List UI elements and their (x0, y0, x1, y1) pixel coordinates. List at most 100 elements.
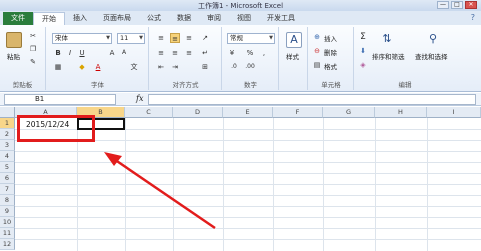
row-header[interactable]: 4 (0, 151, 15, 162)
row-header[interactable]: 6 (0, 173, 15, 184)
row-header[interactable]: 8 (0, 195, 15, 206)
format-cells-label[interactable]: 格式 (324, 61, 337, 71)
align-top-icon[interactable]: ≡ (156, 33, 166, 43)
select-all-corner[interactable] (0, 107, 15, 118)
row-header[interactable]: 9 (0, 206, 15, 217)
decrease-decimal-icon[interactable]: .00 (245, 62, 255, 72)
merge-center-icon[interactable]: ⊞ (200, 62, 210, 72)
tab-formulas[interactable]: 公式 (139, 12, 169, 25)
row-header[interactable]: 7 (0, 184, 15, 195)
fill-color-icon[interactable]: ◆ (77, 62, 87, 72)
grid-line (15, 184, 481, 185)
increase-decimal-icon[interactable]: .0 (229, 62, 239, 72)
chevron-down-icon: ▼ (269, 35, 273, 41)
align-center-icon[interactable]: ≡ (170, 48, 180, 58)
delete-cells-icon[interactable]: ⊖ (312, 46, 322, 56)
align-left-icon[interactable]: ≡ (156, 48, 166, 58)
tab-developer[interactable]: 开发工具 (259, 12, 303, 25)
paste-icon[interactable] (6, 32, 22, 48)
align-bottom-icon[interactable]: ≡ (184, 33, 194, 43)
grid-line (15, 228, 481, 229)
styles-icon[interactable]: A (286, 32, 302, 48)
shrink-font-icon[interactable]: A (119, 48, 129, 58)
column-header[interactable]: G (323, 107, 375, 118)
chevron-down-icon: ▼ (106, 35, 110, 41)
tab-insert[interactable]: 插入 (65, 12, 95, 25)
clear-icon[interactable]: ◈ (358, 60, 368, 70)
column-header[interactable]: I (427, 107, 481, 118)
tab-review[interactable]: 审阅 (199, 12, 229, 25)
name-box[interactable]: B1 (4, 94, 116, 105)
clipboard-group-label: 剪贴板 (12, 81, 33, 89)
bold-button[interactable]: B (53, 48, 63, 58)
format-painter-icon[interactable]: ✎ (28, 57, 38, 67)
fill-icon[interactable]: ⬇ (358, 46, 368, 56)
copy-icon[interactable]: ❐ (28, 44, 38, 54)
maximize-button[interactable]: □ (451, 1, 463, 9)
styles-button-label[interactable]: 样式 (286, 51, 299, 61)
column-header[interactable]: D (173, 107, 223, 118)
grid-line (15, 151, 481, 152)
cut-icon[interactable]: ✂ (28, 31, 38, 41)
styles-group: A 样式 (280, 27, 308, 90)
phonetic-icon[interactable]: 文 (129, 62, 139, 72)
row-header[interactable]: 10 (0, 217, 15, 228)
annotation-highlight-box (17, 115, 95, 142)
number-format-value: 常规 (230, 34, 243, 42)
comma-button[interactable]: , (259, 48, 269, 58)
align-right-icon[interactable]: ≡ (184, 48, 194, 58)
column-header[interactable]: H (375, 107, 427, 118)
column-header[interactable]: E (223, 107, 273, 118)
row-header[interactable]: 11 (0, 228, 15, 239)
title-bar: 工作簿1 - Microsoft Excel — □ ✕ (0, 0, 481, 11)
font-group-label: 字体 (91, 81, 104, 89)
window-controls: — □ ✕ (437, 1, 477, 9)
window-title: 工作簿1 - Microsoft Excel (197, 2, 284, 10)
increase-indent-icon[interactable]: ⇥ (170, 62, 180, 72)
sort-filter-icon[interactable]: ⇅ (379, 31, 395, 47)
tab-data[interactable]: 数据 (169, 12, 199, 25)
column-header[interactable]: C (125, 107, 173, 118)
underline-button[interactable]: U (77, 48, 87, 58)
find-select-icon[interactable]: ⚲ (425, 31, 441, 47)
minimize-button[interactable]: — (437, 1, 449, 9)
tab-file[interactable]: 文件 (3, 12, 33, 25)
format-cells-icon[interactable]: ▤ (312, 60, 322, 70)
currency-icon[interactable]: ¥ (227, 48, 237, 58)
tab-page-layout[interactable]: 页面布局 (95, 12, 139, 25)
autosum-button[interactable]: Σ (358, 32, 368, 42)
row-header[interactable]: 2 (0, 129, 15, 140)
editing-group: Σ ⬇ ◈ ⇅ 排序和筛选 ⚲ 查找和选择 编辑 (355, 27, 455, 90)
percent-button[interactable]: % (245, 48, 255, 58)
border-icon[interactable]: ▦ (53, 62, 63, 72)
font-color-icon[interactable]: A (93, 62, 103, 72)
font-name-select[interactable]: 宋体 ▼ (52, 33, 112, 44)
decrease-indent-icon[interactable]: ⇤ (156, 62, 166, 72)
tab-home[interactable]: 开始 (33, 12, 65, 25)
italic-button[interactable]: I (65, 48, 75, 58)
column-header[interactable]: F (273, 107, 323, 118)
wrap-text-icon[interactable]: ↵ (200, 48, 210, 58)
align-middle-icon[interactable]: ≡ (170, 33, 180, 43)
sort-filter-label[interactable]: 排序和筛选 (372, 51, 405, 61)
clipboard-group: 粘贴 ✂ ❐ ✎ 剪贴板 (0, 27, 46, 90)
close-button[interactable]: ✕ (465, 1, 477, 9)
insert-cells-label[interactable]: 插入 (324, 33, 337, 43)
grow-font-icon[interactable]: A (107, 48, 117, 58)
alignment-group-label: 对齐方式 (172, 81, 199, 89)
delete-cells-label[interactable]: 删除 (324, 47, 337, 57)
number-format-select[interactable]: 常规 ▼ (227, 33, 275, 44)
grid-line (15, 195, 481, 196)
font-size-select[interactable]: 11 ▼ (117, 33, 145, 44)
orientation-icon[interactable]: ↗ (200, 33, 210, 43)
row-header[interactable]: 5 (0, 162, 15, 173)
insert-cells-icon[interactable]: ⊕ (312, 32, 322, 42)
row-header[interactable]: 3 (0, 140, 15, 151)
row-header[interactable]: 1 (0, 118, 15, 129)
fx-icon[interactable]: fx (136, 94, 143, 103)
find-select-label[interactable]: 查找和选择 (415, 51, 448, 61)
tab-view[interactable]: 视图 (229, 12, 259, 25)
help-icon[interactable]: ? (471, 13, 475, 22)
formula-input[interactable] (148, 94, 476, 105)
row-header[interactable]: 12 (0, 239, 15, 250)
